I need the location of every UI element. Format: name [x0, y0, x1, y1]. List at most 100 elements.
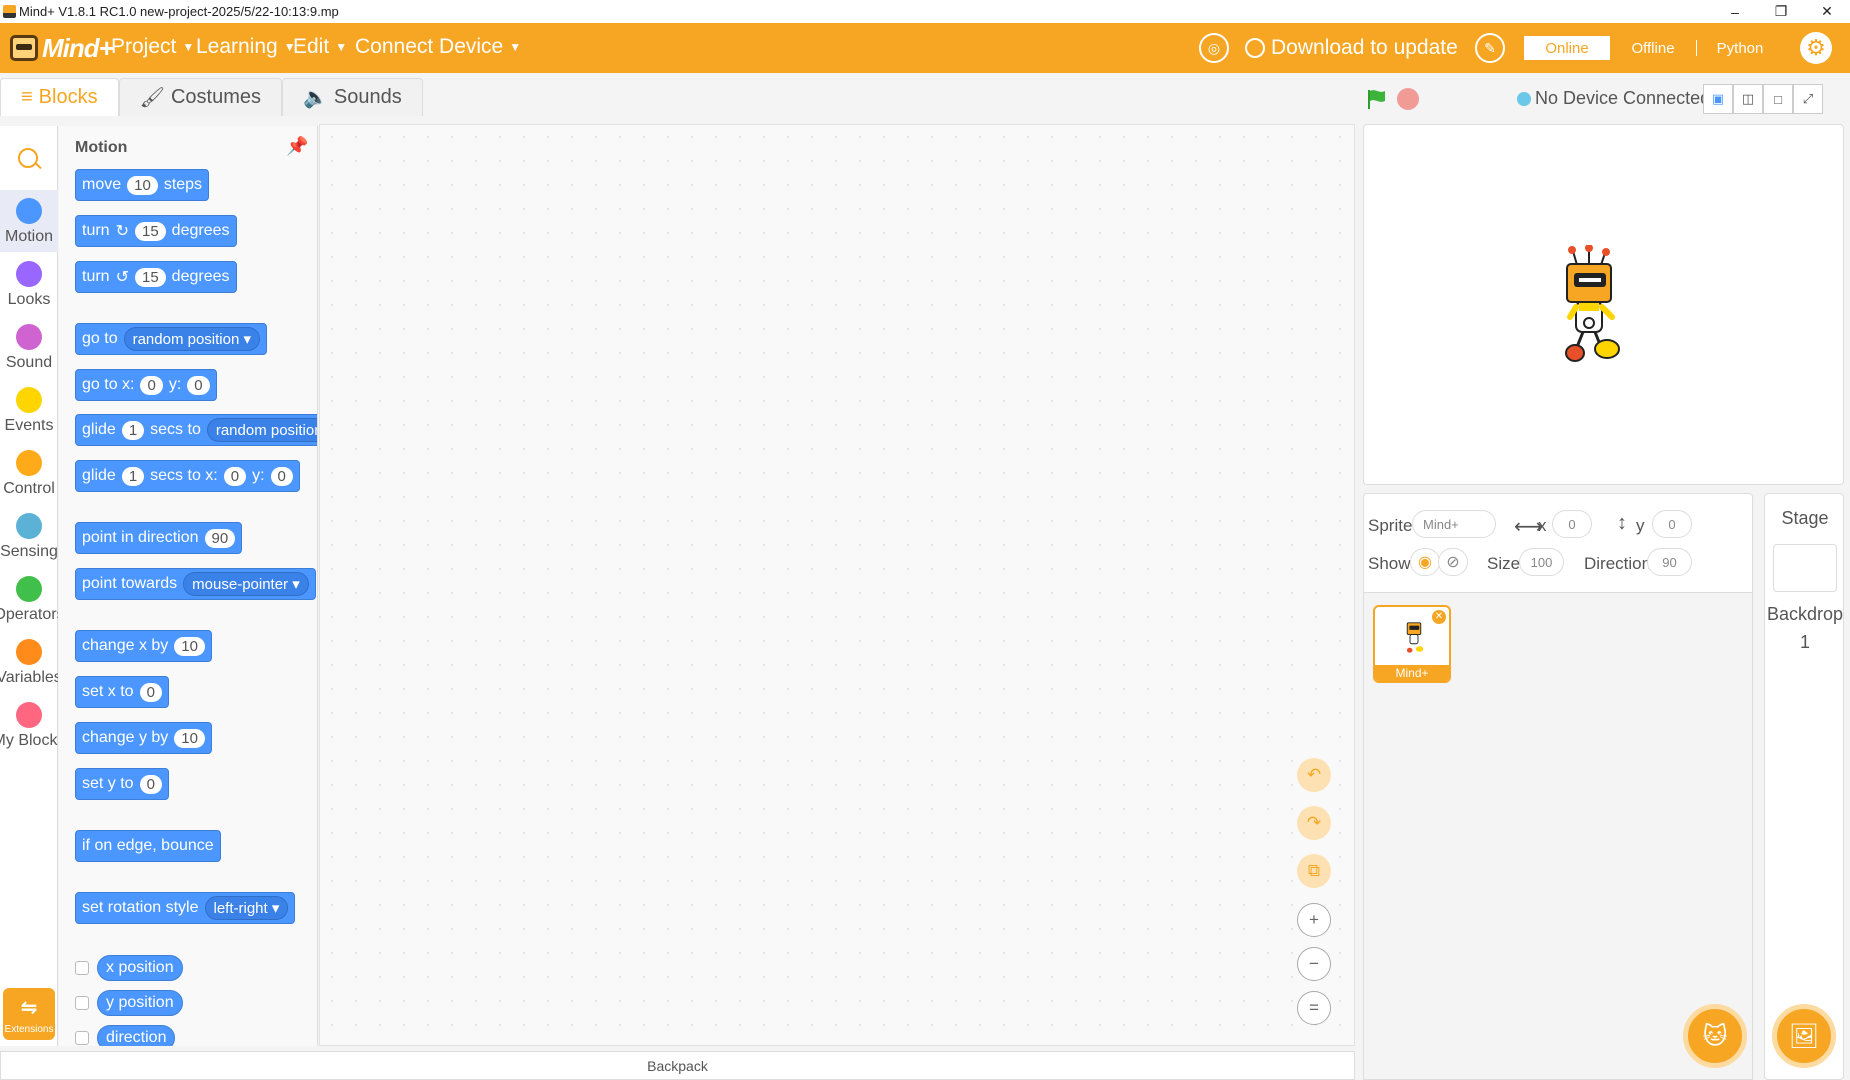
menu-project[interactable]: Project ▼	[111, 35, 194, 59]
script-workspace[interactable]	[319, 124, 1355, 1046]
number-input[interactable]: 10	[127, 175, 158, 195]
mode-python[interactable]: Python	[1697, 36, 1783, 60]
category-operators[interactable]: Operators	[0, 568, 58, 630]
show-eye-icon[interactable]: ◉	[1410, 548, 1440, 576]
number-input[interactable]: 10	[174, 728, 205, 748]
tutorial-icon[interactable]: ◎	[1199, 33, 1229, 63]
layout-small-stage-icon[interactable]: ▣	[1703, 84, 1733, 114]
sprite-thumbnail[interactable]: ✕ Mind+	[1373, 605, 1451, 683]
layout-large-stage-icon[interactable]: ◫	[1733, 84, 1763, 114]
number-input[interactable]: 0	[140, 375, 163, 395]
category-my-blocks[interactable]: My Blocks	[0, 694, 58, 756]
close-button[interactable]: ✕	[1804, 0, 1850, 23]
undo-icon[interactable]: ↶	[1297, 758, 1331, 792]
block-change-y[interactable]: change y by 10	[75, 722, 212, 754]
block-turn-left[interactable]: turn ↺ 15 degrees	[75, 261, 237, 293]
add-backdrop-icon[interactable]: 🖼	[1772, 1004, 1836, 1068]
extensions-button[interactable]: ⇋ Extensions	[3, 988, 55, 1040]
category-motion[interactable]: Motion	[0, 190, 58, 252]
category-sound[interactable]: Sound	[0, 316, 58, 378]
dropdown[interactable]: left-right ▾	[204, 896, 289, 920]
delete-sprite-icon[interactable]: ✕	[1432, 610, 1446, 624]
mindplus-robot-sprite[interactable]	[1549, 245, 1629, 375]
reporter-direction[interactable]: direction	[97, 1025, 176, 1046]
menu-edit[interactable]: Edit ▼	[293, 35, 347, 59]
dropdown[interactable]: random position ▾	[206, 418, 317, 442]
backpack-bar[interactable]: Backpack	[0, 1051, 1355, 1080]
zoom-out-icon[interactable]: −	[1297, 947, 1331, 981]
block-set-x[interactable]: set x to 0	[75, 676, 169, 708]
block-move-steps[interactable]: move 10 steps	[75, 169, 210, 201]
block-point-towards[interactable]: point towards mouse-pointer ▾	[75, 568, 316, 600]
search-icon[interactable]	[18, 148, 38, 168]
category-events[interactable]: Events	[0, 379, 58, 441]
number-input[interactable]: 0	[270, 466, 293, 486]
pin-icon[interactable]: 📌	[286, 136, 308, 156]
crop-icon[interactable]: ⧉	[1297, 854, 1331, 888]
stop-icon[interactable]	[1397, 88, 1419, 110]
dropdown[interactable]: mouse-pointer ▾	[183, 572, 309, 596]
number-input[interactable]: 0	[139, 682, 162, 702]
fullscreen-icon[interactable]: ⤢	[1793, 84, 1823, 114]
stage-selector[interactable]: Stage Backdrop 1	[1764, 493, 1844, 1080]
layout-hide-stage-icon[interactable]: □	[1763, 84, 1793, 114]
tab-sounds[interactable]: 🔈 Sounds	[282, 78, 423, 116]
x-input[interactable]: 0	[1552, 510, 1592, 538]
category-sensing[interactable]: Sensing	[0, 505, 58, 567]
size-input[interactable]: 100	[1519, 548, 1564, 576]
menu-connect-device[interactable]: Connect Device ▼	[355, 35, 521, 59]
stage-thumbnail[interactable]	[1773, 544, 1837, 592]
reporter-x-position[interactable]: x position	[97, 955, 183, 981]
redo-icon[interactable]: ↷	[1297, 806, 1331, 840]
block-glide-to[interactable]: glide 1 secs to random position ▾	[75, 414, 317, 446]
block-glide-xy[interactable]: glide 1 secs to x: 0 y: 0	[75, 460, 300, 492]
mindplus-logo[interactable]: Mind+	[10, 31, 114, 65]
zoom-reset-icon[interactable]: =	[1297, 991, 1331, 1025]
block-rotation-style[interactable]: set rotation style left-right ▾	[75, 892, 296, 924]
block-go-to[interactable]: go to random position ▾	[75, 323, 268, 355]
number-input[interactable]: 0	[223, 466, 247, 486]
mode-online[interactable]: Online	[1524, 36, 1610, 60]
block-point-direction[interactable]: point in direction 90	[75, 522, 243, 554]
green-flag-icon[interactable]	[1366, 88, 1388, 110]
direction-input[interactable]: 90	[1647, 548, 1692, 576]
download-update-button[interactable]: Download to update	[1245, 36, 1458, 60]
add-sprite-cat-icon[interactable]: 🐱	[1683, 1004, 1747, 1068]
dropdown[interactable]: random position ▾	[123, 327, 261, 351]
number-input[interactable]: 0	[187, 375, 210, 395]
number-input[interactable]: 1	[121, 420, 145, 440]
checkbox-direction[interactable]	[75, 1031, 89, 1045]
sprite-list: ✕ Mind+	[1363, 593, 1753, 1080]
tab-costumes[interactable]: 🖌 Costumes	[118, 78, 282, 116]
number-input[interactable]: 15	[134, 221, 166, 241]
number-input[interactable]: 90	[204, 528, 236, 548]
maximize-button[interactable]: ❐	[1758, 0, 1804, 23]
settings-gear-icon[interactable]: ⚙	[1800, 32, 1832, 64]
minimize-button[interactable]: –	[1712, 0, 1758, 23]
block-change-x[interactable]: change x by 10	[75, 630, 212, 662]
feedback-icon[interactable]: ✎	[1475, 33, 1505, 63]
category-label: Motion	[4, 228, 54, 245]
block-turn-right[interactable]: turn ↻ 15 degrees	[75, 215, 237, 247]
mode-offline[interactable]: Offline	[1610, 36, 1696, 60]
hide-eye-icon[interactable]: ⊘	[1438, 548, 1468, 576]
checkbox-x-position[interactable]	[75, 961, 89, 975]
number-input[interactable]: 15	[134, 267, 166, 287]
block-bounce[interactable]: if on edge, bounce	[75, 830, 221, 862]
y-input[interactable]: 0	[1652, 510, 1692, 538]
number-input[interactable]: 1	[121, 466, 145, 486]
category-variables[interactable]: Variables	[0, 631, 58, 693]
number-input[interactable]: 10	[174, 636, 205, 656]
number-input[interactable]: 0	[139, 774, 162, 794]
stage-canvas[interactable]	[1363, 124, 1844, 485]
zoom-in-icon[interactable]: +	[1297, 903, 1331, 937]
category-looks[interactable]: Looks	[0, 253, 58, 315]
sprite-name-input[interactable]: Mind+	[1412, 510, 1496, 538]
block-go-to-xy[interactable]: go to x: 0 y: 0	[75, 369, 217, 401]
tab-blocks[interactable]: ≡ Blocks	[0, 78, 119, 116]
checkbox-y-position[interactable]	[75, 996, 89, 1010]
reporter-y-position[interactable]: y position	[97, 990, 183, 1016]
block-set-y[interactable]: set y to 0	[75, 768, 169, 800]
category-control[interactable]: Control	[0, 442, 58, 504]
menu-learning[interactable]: Learning ▼	[196, 35, 296, 59]
